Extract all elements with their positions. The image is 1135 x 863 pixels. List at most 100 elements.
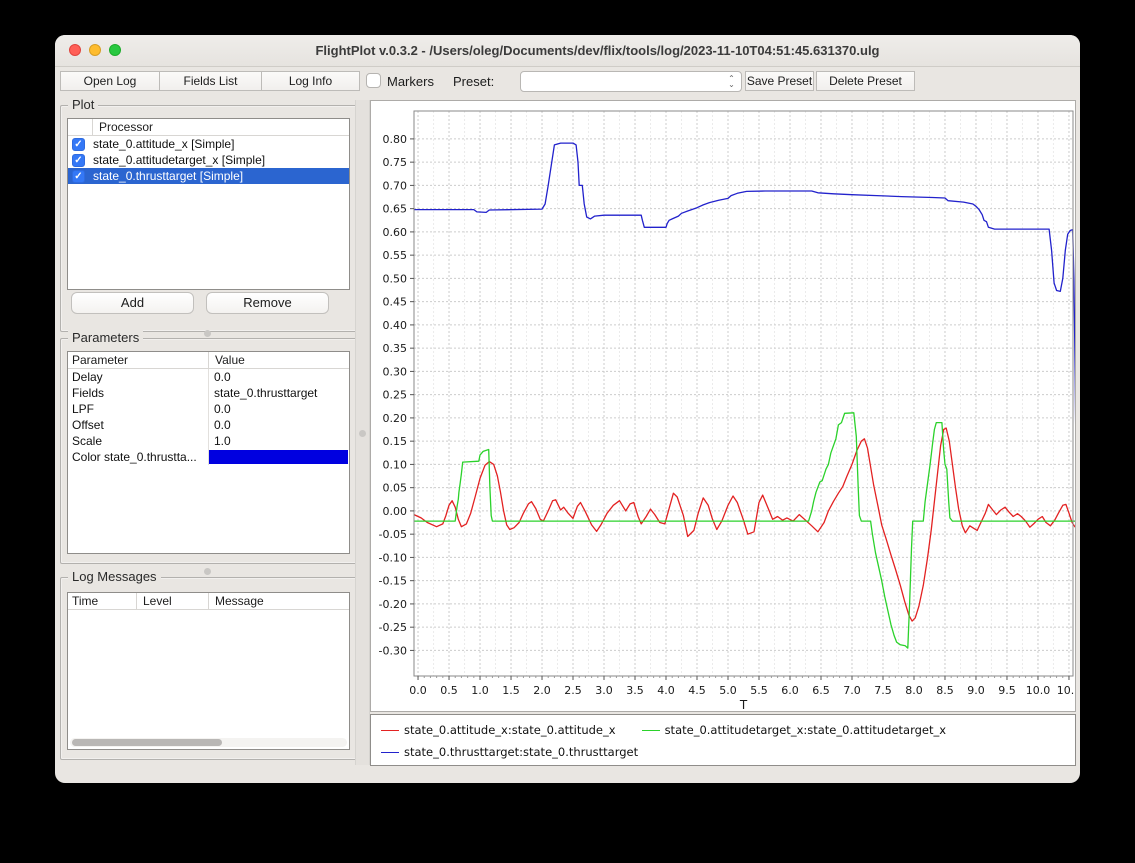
vertical-splitter-handle[interactable]	[359, 430, 366, 437]
parameter-row[interactable]: Fieldsstate_0.thrusttarget	[68, 385, 349, 401]
log-messages-group-title: Log Messages	[68, 569, 161, 584]
minimize-window-button[interactable]	[89, 44, 101, 56]
column-header-parameter: Parameter	[68, 352, 208, 368]
row-checkbox[interactable]: ✓	[72, 170, 85, 183]
y-tick-label: 0.40	[383, 319, 408, 332]
log-messages-header: Time Level Message	[68, 593, 349, 610]
parameter-name: LPF	[68, 402, 208, 416]
fullscreen-window-button[interactable]	[109, 44, 121, 56]
x-tick-label: 6.0	[781, 684, 799, 697]
column-header-time: Time	[68, 593, 136, 609]
y-tick-label: 0.25	[383, 389, 408, 402]
horizontal-splitter-handle[interactable]	[204, 330, 211, 337]
preset-combobox[interactable]: ⌃⌄	[520, 71, 742, 92]
traffic-lights	[69, 44, 121, 56]
plot-list-table[interactable]: Processor ✓state_0.attitude_x [Simple]✓s…	[67, 118, 350, 290]
screenshot-background: FlightPlot v.0.3.2 - /Users/oleg/Documen…	[0, 0, 1135, 863]
markers-label: Markers	[387, 74, 434, 89]
x-tick-label: 0.0	[409, 684, 427, 697]
close-window-button[interactable]	[69, 44, 81, 56]
legend-label: state_0.attitudetarget_x:state_0.attitud…	[665, 723, 947, 737]
x-tick-label: 9.5	[998, 684, 1016, 697]
open-log-button[interactable]: Open Log	[60, 71, 160, 91]
x-tick-label: 6.5	[812, 684, 830, 697]
legend-item: state_0.attitudetarget_x:state_0.attitud…	[642, 723, 947, 737]
x-axis-title: T	[739, 698, 748, 711]
list-item[interactable]: ✓state_0.attitudetarget_x [Simple]	[68, 152, 349, 168]
fields-list-button[interactable]: Fields List	[159, 71, 262, 91]
y-tick-label: 0.15	[383, 435, 408, 448]
list-item-label: state_0.attitude_x [Simple]	[85, 137, 234, 151]
scrollbar-thumb[interactable]	[72, 739, 222, 746]
legend-line-swatch	[381, 752, 399, 753]
legend-item: state_0.thrusttarget:state_0.thrusttarge…	[381, 745, 638, 759]
x-tick-label: 1.0	[471, 684, 489, 697]
list-item[interactable]: ✓state_0.thrusttarget [Simple]	[68, 168, 349, 184]
y-tick-label: -0.20	[379, 598, 407, 611]
log-messages-table[interactable]: Time Level Message	[67, 592, 350, 750]
parameters-header: Parameter Value	[68, 352, 349, 369]
legend-label: state_0.attitude_x:state_0.attitude_x	[404, 723, 616, 737]
preset-label: Preset:	[453, 74, 494, 89]
x-tick-label: 8.5	[936, 684, 954, 697]
list-item[interactable]: ✓state_0.attitude_x [Simple]	[68, 136, 349, 152]
flight-plot-chart[interactable]: 0.800.750.700.650.600.550.500.450.400.35…	[371, 101, 1075, 711]
legend-line-swatch	[642, 730, 660, 731]
log-horizontal-scrollbar[interactable]	[70, 738, 347, 747]
parameter-row[interactable]: LPF0.0	[68, 401, 349, 417]
parameters-body: Delay0.0Fieldsstate_0.thrusttargetLPF0.0…	[68, 369, 349, 449]
x-tick-label: 3.5	[626, 684, 644, 697]
y-tick-label: 0.60	[383, 226, 408, 239]
x-tick-label: 2.5	[564, 684, 582, 697]
y-tick-label: 0.10	[383, 458, 408, 471]
y-tick-label: 0.05	[383, 482, 408, 495]
window-title: FlightPlot v.0.3.2 - /Users/oleg/Documen…	[175, 35, 1020, 66]
parameter-row[interactable]: Scale1.0	[68, 433, 349, 449]
parameter-row[interactable]: Delay0.0	[68, 369, 349, 385]
legend-row: state_0.thrusttarget:state_0.thrusttarge…	[381, 741, 1065, 763]
parameter-value[interactable]: 1.0	[208, 434, 349, 448]
combo-stepper-icon[interactable]: ⌃⌄	[724, 73, 739, 90]
x-tick-label: 10.0	[1026, 684, 1051, 697]
window-titlebar[interactable]: FlightPlot v.0.3.2 - /Users/oleg/Documen…	[55, 35, 1080, 67]
flightplot-window: FlightPlot v.0.3.2 - /Users/oleg/Documen…	[55, 35, 1080, 783]
legend-row: state_0.attitude_x:state_0.attitude_x sta…	[381, 719, 1065, 741]
log-info-button[interactable]: Log Info	[261, 71, 360, 91]
y-tick-label: 0.75	[383, 156, 408, 169]
plot-group: Plot Processor ✓state_0.attitude_x [Simp…	[60, 105, 357, 332]
column-header-value: Value	[208, 352, 349, 368]
x-tick-label: 0.5	[440, 684, 458, 697]
parameter-value[interactable]: 0.0	[208, 370, 349, 384]
row-checkbox[interactable]: ✓	[72, 154, 85, 167]
y-tick-label: 0.45	[383, 296, 408, 309]
parameter-name: Fields	[68, 386, 208, 400]
parameter-row[interactable]: Offset0.0	[68, 417, 349, 433]
parameter-value[interactable]: 0.0	[208, 402, 349, 416]
plot-group-title: Plot	[68, 97, 98, 112]
chart-panel[interactable]: 0.800.750.700.650.600.550.500.450.400.35…	[370, 100, 1076, 712]
remove-button[interactable]: Remove	[206, 292, 329, 314]
color-parameter-label: Color state_0.thrustta...	[68, 450, 208, 464]
markers-checkbox[interactable]	[366, 73, 381, 88]
parameters-table[interactable]: Parameter Value Delay0.0Fieldsstate_0.th…	[67, 351, 350, 554]
save-preset-button[interactable]: Save Preset	[745, 71, 814, 91]
add-button[interactable]: Add	[71, 292, 194, 314]
horizontal-splitter-handle[interactable]	[204, 568, 211, 575]
parameter-value[interactable]: 0.0	[208, 418, 349, 432]
list-item-label: state_0.thrusttarget [Simple]	[85, 169, 243, 183]
y-tick-label: 0.20	[383, 412, 408, 425]
y-tick-label: 0.80	[383, 133, 408, 146]
color-swatch[interactable]	[209, 450, 348, 464]
x-tick-label: 7.0	[843, 684, 861, 697]
y-tick-label: -0.30	[379, 644, 407, 657]
delete-preset-button[interactable]: Delete Preset	[816, 71, 915, 91]
x-tick-label: 3.0	[595, 684, 613, 697]
row-checkbox[interactable]: ✓	[72, 138, 85, 151]
y-tick-label: 0.65	[383, 203, 408, 216]
list-item-label: state_0.attitudetarget_x [Simple]	[85, 153, 265, 167]
parameter-value[interactable]: state_0.thrusttarget	[208, 386, 349, 400]
parameter-name: Offset	[68, 418, 208, 432]
parameters-group-title: Parameters	[68, 330, 143, 345]
color-parameter-row[interactable]: Color state_0.thrustta...	[68, 449, 349, 465]
plot-list-header: Processor	[68, 119, 349, 136]
